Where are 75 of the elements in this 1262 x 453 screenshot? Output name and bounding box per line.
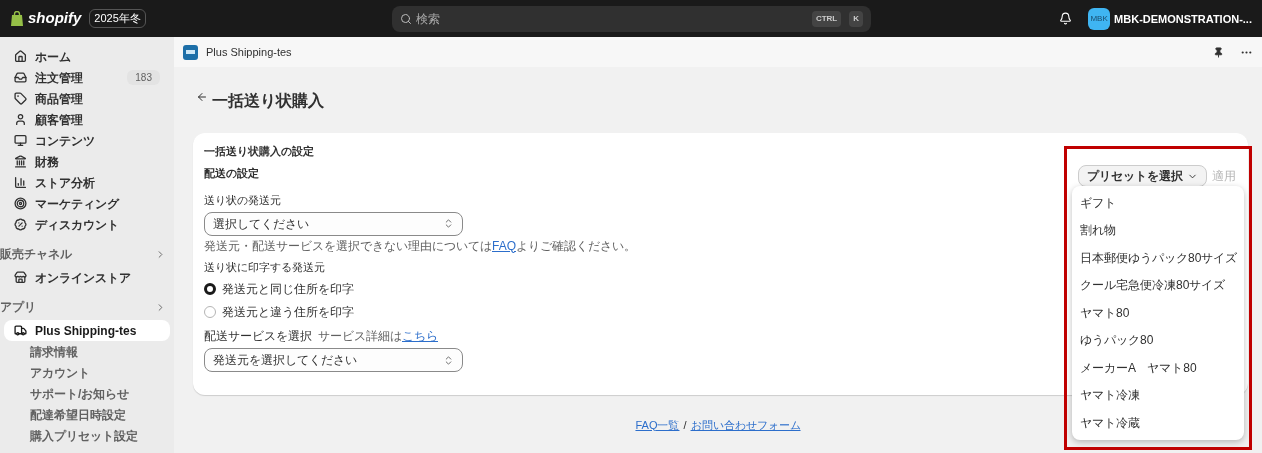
brand-logo: shopify <box>28 8 82 29</box>
card-title: 一括送り状購入の設定 <box>204 144 314 159</box>
app-logo-icon <box>183 44 198 60</box>
back-arrow-icon[interactable] <box>196 91 208 103</box>
nav-item[interactable]: 財務 <box>4 151 170 172</box>
store-avatar: MBK <box>1088 7 1111 30</box>
field-label: 送り状の発送元 <box>204 193 281 208</box>
count-badge: 183 <box>127 70 160 85</box>
target-icon <box>14 197 27 210</box>
preset-option[interactable]: ギフト <box>1072 189 1244 217</box>
key-cap: CTRL <box>811 10 842 27</box>
preset-option[interactable]: 割れ物 <box>1072 216 1244 244</box>
nav-item[interactable]: ホーム <box>4 46 170 67</box>
store-name[interactable]: MBK-DEMONSTRATION-... <box>1114 11 1252 26</box>
search-icon <box>400 12 412 25</box>
radio-button[interactable] <box>204 283 216 295</box>
here-link[interactable]: こちら <box>402 329 438 343</box>
monitor-icon <box>14 134 27 147</box>
faq-link[interactable]: FAQ <box>492 238 516 253</box>
nav-item[interactable]: Plus Shipping-tes <box>4 320 170 341</box>
sub-nav-item[interactable]: アカウント <box>0 362 90 383</box>
bank-icon <box>14 155 27 168</box>
preset-option[interactable]: クール宅急便冷凍80サイズ <box>1072 271 1244 299</box>
nav-item[interactable]: 顧客管理 <box>4 109 170 130</box>
sub-nav-item[interactable]: 購入プリセット設定 <box>0 425 138 446</box>
preset-option[interactable]: ヤマト冷蔵 <box>1072 409 1244 437</box>
section-title: 販売チャネル <box>0 246 72 263</box>
edition-badge: 2025年冬 <box>89 9 146 28</box>
radio-label[interactable]: 発送元と同じ住所を印字 <box>222 280 354 298</box>
card-subtitle: 配送の設定 <box>204 165 259 181</box>
sub-nav-item[interactable]: サポート/お知らせ <box>0 383 130 404</box>
origin-select[interactable]: 選択してください <box>204 211 463 236</box>
nav-item[interactable]: 商品管理 <box>4 88 170 109</box>
search-field[interactable]: 検索 CTRL K <box>392 5 871 32</box>
up-down-icon <box>443 218 454 229</box>
nav-item[interactable]: マーケティング <box>4 193 170 214</box>
preset-option[interactable]: メーカーA ヤマト80 <box>1072 354 1244 382</box>
service-detail-text: サービス詳細はこちら <box>318 328 438 345</box>
field-label: 送り状に印字する発送元 <box>204 259 325 275</box>
notification-icon[interactable] <box>1059 12 1073 25</box>
tag-icon <box>14 92 27 105</box>
service-select[interactable]: 発送元を選択してください <box>204 348 463 372</box>
page-title: 一括送り状購入 <box>212 91 324 111</box>
radio-button[interactable] <box>204 306 216 318</box>
link-separator: / <box>683 417 687 433</box>
footer-link[interactable]: お問い合わせフォーム <box>690 416 801 433</box>
nav-item[interactable]: ストア分析 <box>4 172 170 193</box>
footer-link[interactable]: FAQ一覧 <box>635 416 680 433</box>
preset-option[interactable]: ヤマト冷凍 <box>1072 381 1244 409</box>
preset-option[interactable]: ヤマト80 <box>1072 299 1244 327</box>
pin-icon[interactable] <box>1213 46 1224 58</box>
field-label: 配送サービスを選択 <box>204 328 312 345</box>
house-icon <box>14 50 27 63</box>
up-down-icon <box>443 354 454 366</box>
person-icon <box>14 113 27 126</box>
shopping-bag-icon <box>10 10 24 27</box>
help-text: 発送元・配送サービスを選択できない理由についてはFAQよりご確認ください。 <box>204 237 636 255</box>
preset-select-button[interactable]: プリセットを選択 <box>1078 165 1207 187</box>
bar-chart-icon <box>14 176 27 189</box>
app-title: Plus Shipping-tes <box>206 44 293 60</box>
nav-item[interactable]: ディスカウント <box>4 214 170 235</box>
store-icon <box>14 271 27 284</box>
truck-icon <box>14 324 27 337</box>
inbox-icon <box>14 71 27 84</box>
preset-option[interactable]: 日本郵便ゆうパック80サイズ <box>1072 244 1244 272</box>
section-title: アプリ <box>0 299 36 316</box>
key-cap: K <box>849 10 863 27</box>
sub-nav-item[interactable]: 請求情報 <box>0 341 78 362</box>
preset-option[interactable]: ゆうパック80 <box>1072 326 1244 354</box>
radio-label[interactable]: 発送元と違う住所を印字 <box>222 303 354 321</box>
nav-item[interactable]: コンテンツ <box>4 130 170 151</box>
nav-item[interactable]: 注文管理 183 <box>4 67 170 88</box>
discount-icon <box>14 218 27 231</box>
nav-item[interactable]: オンラインストア <box>4 267 170 288</box>
sub-nav-item[interactable]: 配達希望日時設定 <box>0 404 126 425</box>
